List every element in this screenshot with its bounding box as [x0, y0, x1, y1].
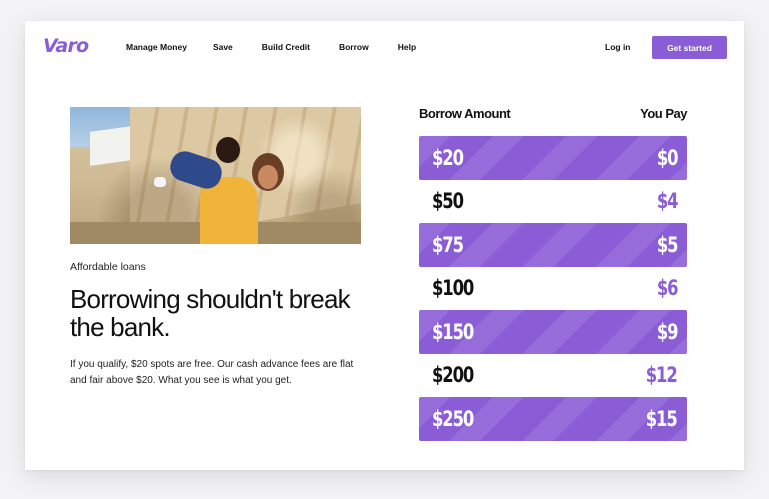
- pricing-row: $150 $9: [419, 310, 687, 354]
- borrow-amount: $150: [432, 319, 474, 344]
- fee-amount: $4: [656, 189, 678, 214]
- borrow-amount: $100: [432, 276, 474, 301]
- fee-amount: $9: [656, 319, 678, 344]
- nav-link-help[interactable]: Help: [398, 42, 416, 52]
- pricing-row: $250 $15: [419, 397, 687, 441]
- borrow-amount: $20: [432, 145, 464, 170]
- pricing-row: $20 $0: [419, 136, 687, 180]
- column-header-you-pay: You Pay: [640, 106, 687, 121]
- nav-links: Manage Money Save Build Credit Borrow He…: [126, 42, 416, 52]
- column-header-borrow-amount: Borrow Amount: [419, 106, 511, 121]
- section-eyebrow: Affordable loans: [70, 261, 146, 273]
- fee-amount: $12: [646, 363, 678, 388]
- nav-link-save[interactable]: Save: [213, 42, 233, 52]
- nav-link-borrow[interactable]: Borrow: [339, 42, 369, 52]
- page-frame: Varo Manage Money Save Build Credit Borr…: [25, 21, 744, 470]
- borrow-amount: $250: [432, 406, 474, 431]
- get-started-button[interactable]: Get started: [652, 36, 727, 59]
- fee-amount: $0: [656, 145, 678, 170]
- pricing-row: $50 $4: [419, 180, 687, 224]
- borrow-amount: $200: [432, 363, 474, 388]
- page-headline: Borrowing shouldn't break the bank.: [70, 284, 351, 342]
- top-nav: Varo Manage Money Save Build Credit Borr…: [25, 21, 744, 75]
- pricing-table: Borrow Amount You Pay $20 $0 $50 $4 $75 …: [419, 106, 687, 441]
- fee-amount: $6: [656, 276, 678, 301]
- fee-amount: $15: [646, 406, 678, 431]
- fee-amount: $5: [656, 232, 678, 257]
- nav-link-manage-money[interactable]: Manage Money: [126, 42, 187, 52]
- varo-logo[interactable]: Varo: [43, 35, 89, 57]
- login-link[interactable]: Log in: [605, 42, 631, 52]
- borrow-amount: $50: [432, 189, 464, 214]
- pricing-row: $200 $12: [419, 354, 687, 398]
- borrow-amount: $75: [432, 232, 464, 257]
- pricing-row: $75 $5: [419, 223, 687, 267]
- pricing-table-header: Borrow Amount You Pay: [419, 106, 687, 126]
- hero-photo: [70, 107, 361, 244]
- pricing-row: $100 $6: [419, 267, 687, 311]
- hero-body-copy: If you qualify, $20 spots are free. Our …: [70, 359, 354, 386]
- nav-link-build-credit[interactable]: Build Credit: [262, 42, 310, 52]
